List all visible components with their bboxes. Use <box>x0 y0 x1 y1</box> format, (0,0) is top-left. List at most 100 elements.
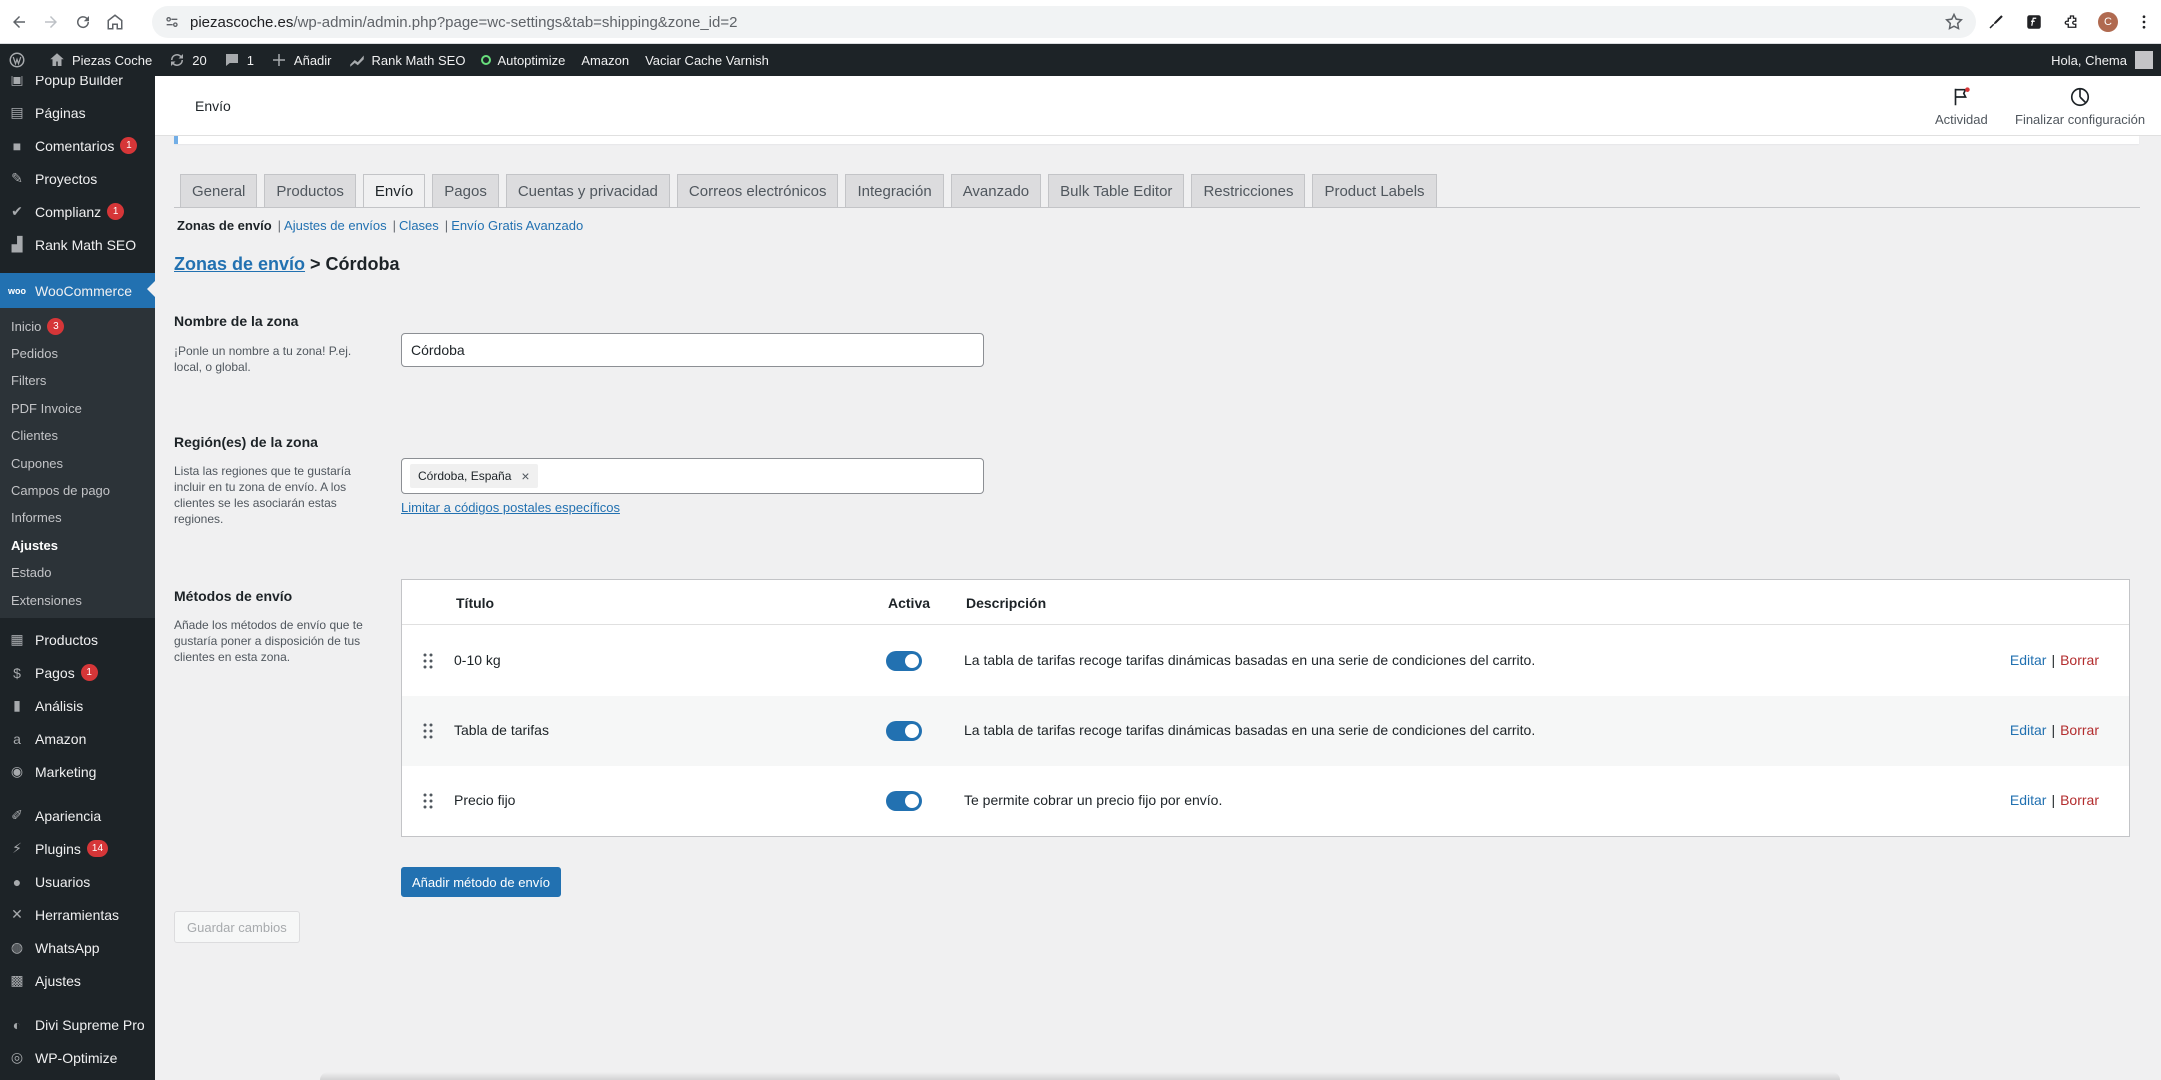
sidebar-item-divi-supreme[interactable]: ◐ Divi Supreme Pro <box>0 1008 155 1041</box>
method-active-toggle[interactable] <box>886 721 922 741</box>
url-path: /wp-admin/admin.php?page=wc-settings&tab… <box>293 13 738 31</box>
submenu-item-ajustes[interactable]: Ajustes <box>11 535 58 555</box>
forward-icon[interactable] <box>38 9 64 35</box>
settings-tabs: General Productos Envío Pagos Cuentas y … <box>180 174 1444 208</box>
sidebar-item-woocommerce[interactable]: woo WooCommerce <box>0 273 155 308</box>
add-shipping-method-button[interactable]: Añadir método de envío <box>401 867 562 897</box>
sidebar-item-complianz[interactable]: ✔ Complianz 1 <box>0 195 155 228</box>
tab-cuentas[interactable]: Cuentas y privacidad <box>505 174 670 208</box>
remove-chip-icon[interactable]: × <box>521 468 529 484</box>
sidebar-item-usuarios[interactable]: ● Usuarios <box>0 865 155 898</box>
drag-handle-icon[interactable] <box>422 792 434 810</box>
submenu-item-informes[interactable]: Informes <box>11 507 62 527</box>
submenu-item-pdf-invoice[interactable]: PDF Invoice <box>11 398 82 418</box>
sidebar-item-popup-builder[interactable]: ▣ Popup Builder <box>0 76 155 96</box>
finish-setup-button[interactable]: Finalizar configuración <box>2015 86 2145 127</box>
tab-avanzado[interactable]: Avanzado <box>950 174 1042 208</box>
zone-name-input[interactable]: Córdoba <box>401 333 984 367</box>
tab-product-labels[interactable]: Product Labels <box>1312 174 1437 208</box>
sidebar-item-ajustes[interactable]: ▩ Ajustes <box>0 964 155 997</box>
sidebar-item-label: Rank Math SEO <box>35 236 137 253</box>
sidebar-item-pagos[interactable]: $ Pagos 1 <box>0 656 155 689</box>
color-picker-extension-icon[interactable] <box>1984 10 2008 34</box>
browser-menu-icon[interactable] <box>2132 10 2156 34</box>
drag-handle-icon[interactable] <box>422 652 434 670</box>
delete-link[interactable]: Borrar <box>2060 792 2099 808</box>
reload-icon[interactable] <box>70 9 96 35</box>
edit-link[interactable]: Editar <box>2010 652 2047 668</box>
extensions-puzzle-icon[interactable] <box>2060 10 2084 34</box>
region-chip-label: Córdoba, España <box>418 469 512 483</box>
admin-bar-autoptimize[interactable]: Autoptimize <box>473 44 573 76</box>
method-active-toggle[interactable] <box>886 791 922 811</box>
sidebar-item-plugins[interactable]: ⚡ Plugins 14 <box>0 832 155 865</box>
sidebar-item-rank-math[interactable]: ▟ Rank Math SEO <box>0 228 155 261</box>
zone-regions-select[interactable]: Córdoba, España × <box>401 458 984 494</box>
submenu-item-pedidos[interactable]: Pedidos <box>11 343 58 363</box>
admin-bar-amazon[interactable]: Amazon <box>573 44 637 76</box>
tab-productos[interactable]: Productos <box>264 174 356 208</box>
sidebar-item-amazon[interactable]: a Amazon <box>0 722 155 755</box>
tab-pagos[interactable]: Pagos <box>432 174 499 208</box>
font-extension-icon[interactable] <box>2022 10 2046 34</box>
save-changes-button[interactable]: Guardar cambios <box>174 911 300 943</box>
drag-handle-icon[interactable] <box>422 722 434 740</box>
submenu-item-inicio[interactable]: Inicio 3 <box>11 316 65 336</box>
sidebar-item-wp-optimize[interactable]: ◎ WP-Optimize <box>0 1041 155 1074</box>
sidebar-item-analisis[interactable]: ▮ Análisis <box>0 689 155 722</box>
complianz-badge: 1 <box>107 203 125 220</box>
section-clases[interactable]: Clases <box>399 218 439 233</box>
submenu-item-clientes[interactable]: Clientes <box>11 425 58 445</box>
megaphone-icon: ◉ <box>10 763 24 779</box>
submenu-item-campos-de-pago[interactable]: Campos de pago <box>11 480 110 500</box>
sidebar-item-pages[interactable]: ▤ Páginas <box>0 96 155 129</box>
tab-envio[interactable]: Envío <box>362 174 426 208</box>
sidebar-item-productos[interactable]: ▦ Productos <box>0 623 155 656</box>
tab-integracion[interactable]: Integración <box>845 174 944 208</box>
admin-bar-varnish[interactable]: Vaciar Cache Varnish <box>637 44 777 76</box>
sidebar-item-marketing[interactable]: ◉ Marketing <box>0 755 155 788</box>
bookmark-star-icon[interactable] <box>1944 12 1964 32</box>
edit-link[interactable]: Editar <box>2010 722 2047 738</box>
tab-bulk-table-editor[interactable]: Bulk Table Editor <box>1048 174 1185 208</box>
tab-correos[interactable]: Correos electrónicos <box>676 174 839 208</box>
section-zonas-de-envio[interactable]: Zonas de envío <box>177 218 272 233</box>
admin-bar-rank-math[interactable]: Rank Math SEO <box>340 44 474 76</box>
submenu-item-extensiones[interactable]: Extensiones <box>11 590 82 610</box>
address-bar[interactable]: piezascoche.es/wp-admin/admin.php?page=w… <box>152 6 1976 38</box>
tab-restricciones[interactable]: Restricciones <box>1191 174 1306 208</box>
submenu-item-estado[interactable]: Estado <box>11 562 51 582</box>
admin-bar-site[interactable]: Piezas Coche <box>40 44 160 76</box>
admin-bar-comments[interactable]: 1 <box>215 44 262 76</box>
sidebar-item-whatsapp[interactable]: ◍ WhatsApp <box>0 931 155 964</box>
sidebar-item-apariencia[interactable]: ✐ Apariencia <box>0 799 155 832</box>
submenu-item-cupones[interactable]: Cupones <box>11 453 63 473</box>
sidebar-item-comments[interactable]: ■ Comentarios 1 <box>0 129 155 162</box>
admin-bar-updates[interactable]: 20 <box>160 44 214 76</box>
sidebar-item-label: Herramientas <box>35 906 120 923</box>
woocommerce-header: Envío Actividad Finalizar configuración <box>155 76 2161 136</box>
wp-admin-bar: Piezas Coche 20 1 Añadir Rank Math SEO A… <box>0 44 2161 76</box>
section-ajustes-de-envios[interactable]: Ajustes de envíos <box>284 218 387 233</box>
home-icon[interactable] <box>102 9 128 35</box>
sidebar-item-projects[interactable]: ✎ Proyectos <box>0 162 155 195</box>
sidebar-item-herramientas[interactable]: ✕ Herramientas <box>0 898 155 931</box>
breadcrumb-zones-link[interactable]: Zonas de envío <box>174 254 305 274</box>
site-info-icon[interactable] <box>162 12 182 32</box>
delete-link[interactable]: Borrar <box>2060 652 2099 668</box>
rank-math-label: Rank Math SEO <box>371 52 466 68</box>
method-active-toggle[interactable] <box>886 651 922 671</box>
back-icon[interactable] <box>6 9 32 35</box>
wordpress-logo-icon[interactable] <box>0 44 40 76</box>
admin-bar-add-new[interactable]: Añadir <box>262 44 340 76</box>
admin-bar-account[interactable]: Hola, Chema <box>2051 44 2153 76</box>
delete-link[interactable]: Borrar <box>2060 722 2099 738</box>
limit-postcodes-link[interactable]: Limitar a códigos postales específicos <box>401 500 620 515</box>
activity-button[interactable]: Actividad <box>1935 86 1988 127</box>
tab-general[interactable]: General <box>180 174 258 208</box>
profile-avatar[interactable]: C <box>2098 12 2118 32</box>
submenu-item-filters[interactable]: Filters <box>11 370 46 390</box>
edit-link[interactable]: Editar <box>2010 792 2047 808</box>
brush-icon: ✐ <box>11 807 23 823</box>
section-envio-gratis-avanzado[interactable]: Envío Gratis Avanzado <box>451 218 583 233</box>
